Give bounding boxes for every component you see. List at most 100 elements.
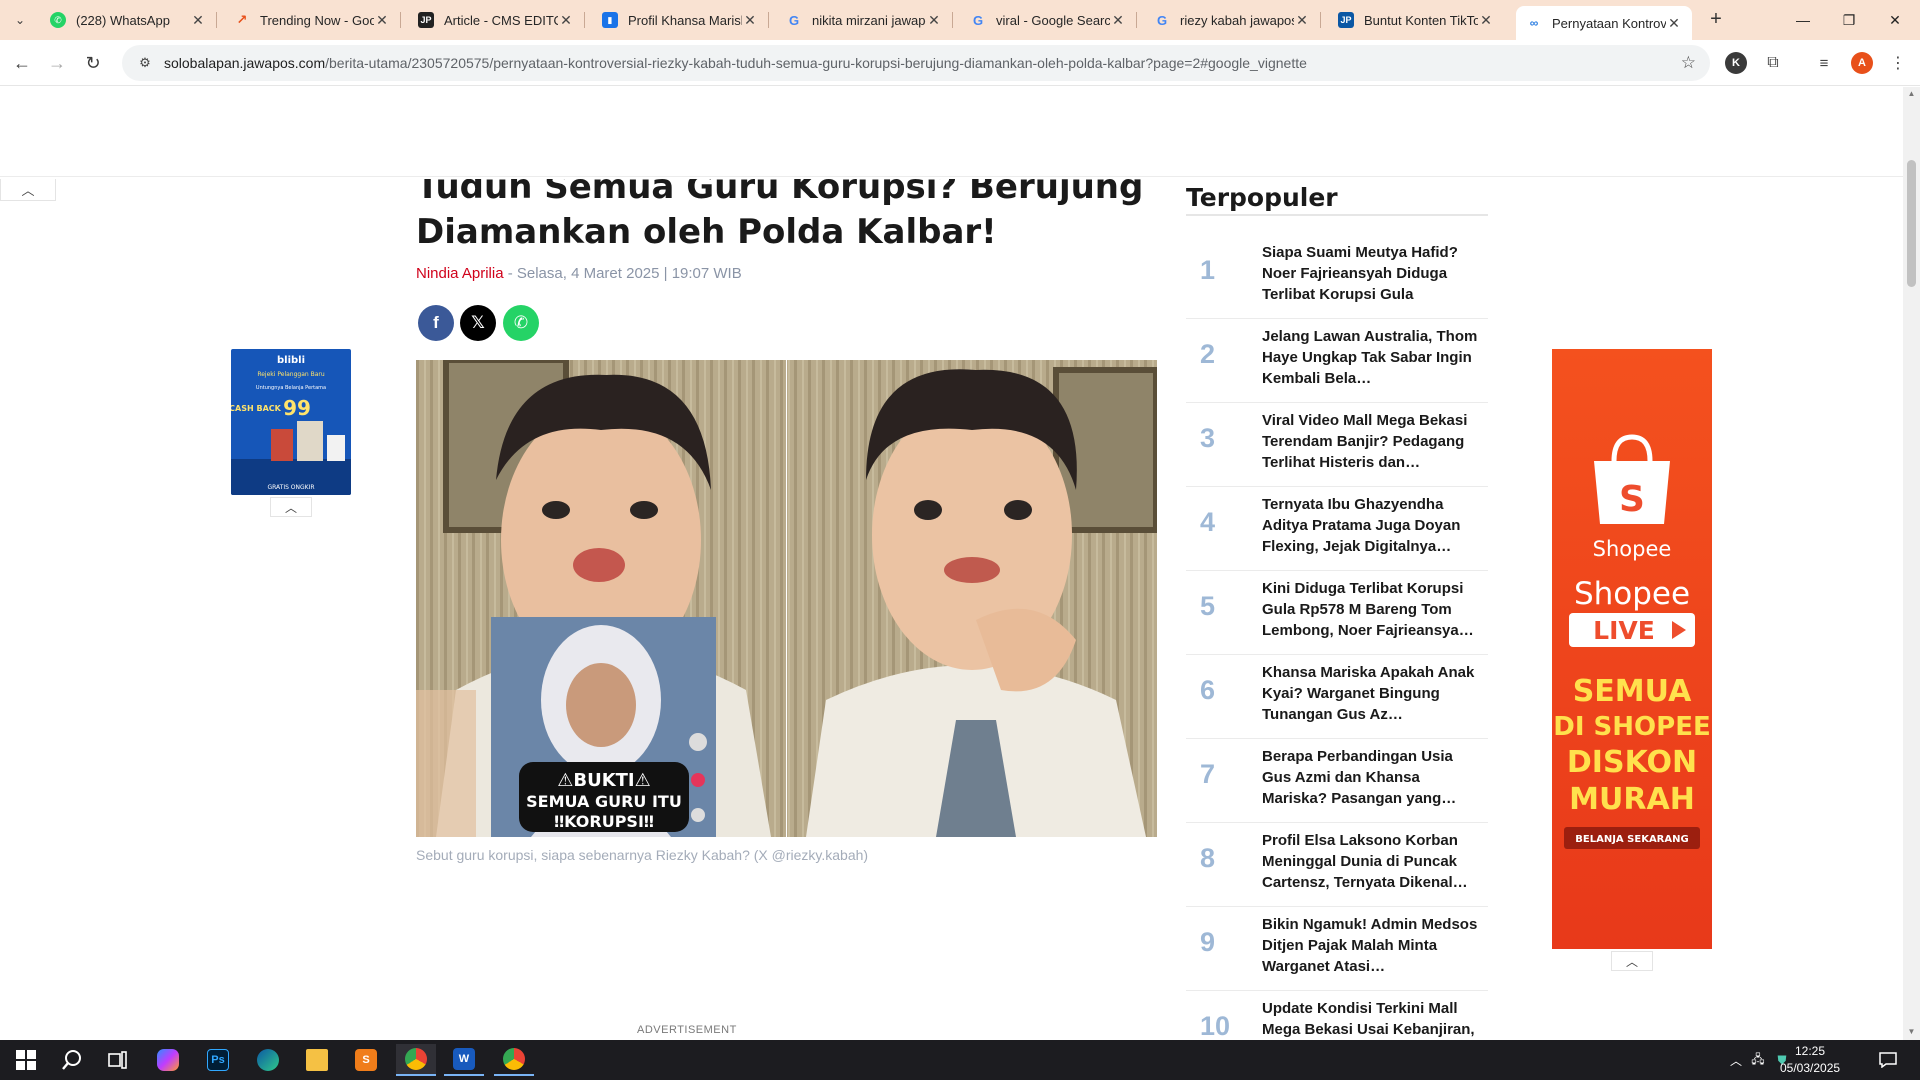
overlay-text-line2: SEMUA GURU ITU <box>526 792 682 811</box>
popular-item[interactable]: 10 Update Kondisi Terkini Mall Mega Beka… <box>1186 991 1488 1040</box>
search-icon[interactable] <box>52 1044 92 1076</box>
popular-item[interactable]: 4 Ternyata Ibu Ghazyendha Aditya Pratama… <box>1186 487 1488 571</box>
close-icon[interactable]: ✕ <box>1294 12 1310 28</box>
tab-title: viral - Google Search <box>996 12 1110 28</box>
word-icon[interactable]: W <box>444 1044 484 1076</box>
tab-title: Buntut Konten TikTok <box>1364 12 1478 28</box>
tab-trending[interactable]: ↗ Trending Now - Google ✕ <box>224 6 401 34</box>
popular-headline[interactable]: Khansa Mariska Apakah Anak Kyai? Wargane… <box>1262 662 1478 725</box>
photoshop-icon[interactable]: Ps <box>198 1044 238 1076</box>
menu-dots-icon[interactable]: ⋮ <box>1887 52 1909 74</box>
restore-button[interactable]: ❐ <box>1826 0 1872 40</box>
shopee-line3: DISKON <box>1567 745 1697 780</box>
collapse-ad-chevron-icon[interactable]: ︿ <box>0 179 56 201</box>
popular-item[interactable]: 7 Berapa Perbandingan Usia Gus Azmi dan … <box>1186 739 1488 823</box>
hero-illustration: ⚠BUKTI⚠ SEMUA GURU ITU ‼KORUPSI‼ <box>416 360 1157 837</box>
tab-title: (228) WhatsApp <box>76 12 170 28</box>
task-view-icon[interactable] <box>98 1044 138 1076</box>
popular-item[interactable]: 9 Bikin Ngamuk! Admin Medsos Ditjen Paja… <box>1186 907 1488 991</box>
tab-viral-search[interactable]: G viral - Google Search ✕ <box>960 6 1137 34</box>
forward-icon[interactable]: → <box>44 50 70 76</box>
close-icon[interactable]: ✕ <box>374 12 390 28</box>
jp-icon: JP <box>1338 12 1354 28</box>
close-window-button[interactable]: ✕ <box>1872 0 1918 40</box>
popular-item[interactable]: 2 Jelang Lawan Australia, Thom Haye Ungk… <box>1186 319 1488 403</box>
shopee-live: LIVE <box>1593 616 1655 645</box>
right-shopee-ad[interactable]: S Shopee Shopee LIVE SEMUA DI SHOPEE DIS… <box>1552 349 1712 949</box>
profile-a-avatar[interactable]: A <box>1851 52 1873 74</box>
new-tab-button[interactable]: + <box>1704 8 1728 32</box>
close-icon[interactable]: ✕ <box>1110 12 1126 28</box>
popular-headline[interactable]: Bikin Ngamuk! Admin Medsos Ditjen Pajak … <box>1262 914 1478 977</box>
notification-icon[interactable] <box>1868 1044 1908 1076</box>
chrome-profile-icon[interactable] <box>494 1044 534 1076</box>
tab-pernyataan-active[interactable]: ∞ Pernyataan Kontroversial ✕ <box>1516 6 1692 40</box>
scroll-up-arrow-icon[interactable]: ▲ <box>1907 89 1916 99</box>
popular-headline[interactable]: Siapa Suami Meutya Hafid? Noer Fajrieans… <box>1262 242 1478 305</box>
x-share-icon[interactable]: 𝕏 <box>460 305 496 341</box>
popular-rank: 1 <box>1200 255 1216 285</box>
copilot-icon[interactable] <box>148 1044 188 1076</box>
tab-riezy-search[interactable]: G riezy kabah jawapos ✕ <box>1144 6 1321 34</box>
scroll-down-arrow-icon[interactable]: ▼ <box>1907 1027 1916 1037</box>
extensions-icon[interactable]: ⧉ <box>1762 52 1784 74</box>
popular-headline[interactable]: Kini Diduga Terlibat Korupsi Gula Rp578 … <box>1262 578 1478 641</box>
popular-headline[interactable]: Jelang Lawan Australia, Thom Haye Ungkap… <box>1262 326 1478 389</box>
tab-title: Trending Now - Google <box>260 12 374 28</box>
network-icon[interactable]: 🖧 <box>1746 1050 1770 1071</box>
chrome-icon[interactable] <box>396 1044 436 1076</box>
windows-logo-icon <box>16 1050 36 1070</box>
close-icon[interactable]: ✕ <box>1666 15 1682 31</box>
scroll-thumb[interactable] <box>1907 160 1916 287</box>
start-button[interactable] <box>6 1044 46 1076</box>
popular-headline[interactable]: Viral Video Mall Mega Bekasi Terendam Ba… <box>1262 410 1478 473</box>
collapse-right-ad-chevron-icon[interactable]: ︿ <box>1611 951 1653 971</box>
show-hidden-icons-icon[interactable]: ︿ <box>1726 1052 1746 1069</box>
popular-headline[interactable]: Ternyata Ibu Ghazyendha Aditya Pratama J… <box>1262 494 1478 557</box>
address-bar[interactable]: ⚙ solobalapan.jawapos.com /berita-utama/… <box>122 45 1710 81</box>
close-icon[interactable]: ✕ <box>926 12 942 28</box>
popular-headline[interactable]: Profil Elsa Laksono Korban Meninggal Dun… <box>1262 830 1478 893</box>
shopee-brand-big: Shopee <box>1574 576 1690 612</box>
tab-cms-editor[interactable]: JP Article - CMS EDITOR ✕ <box>408 6 585 34</box>
taskbar-clock[interactable]: 12:25 05/03/2025 <box>1780 1043 1840 1077</box>
popular-item[interactable]: 6 Khansa Mariska Apakah Anak Kyai? Warga… <box>1186 655 1488 739</box>
tab-nikita-search[interactable]: G nikita mirzani jawapos ✕ <box>776 6 953 34</box>
left-blibli-ad[interactable]: blibli Rejeki Pelanggan Baru Untungnya B… <box>231 349 351 495</box>
tab-profil-khansa[interactable]: ▮ Profil Khansa Mariska ✕ <box>592 6 769 34</box>
close-icon[interactable]: ✕ <box>742 12 758 28</box>
media-control-icon[interactable]: ≡ <box>1813 52 1835 74</box>
file-explorer-icon[interactable] <box>297 1044 337 1076</box>
back-icon[interactable]: ← <box>9 50 35 76</box>
whatsapp-share-icon[interactable]: ✆ <box>503 305 539 341</box>
blibli-cashback-label: CASH BACK <box>231 404 282 413</box>
popular-rank: 10 <box>1200 1011 1231 1040</box>
popular-item[interactable]: 5 Kini Diduga Terlibat Korupsi Gula Rp57… <box>1186 571 1488 655</box>
page-scrollbar[interactable]: ▲ ▼ <box>1903 87 1920 1040</box>
popular-headline[interactable]: Berapa Perbandingan Usia Gus Azmi dan Kh… <box>1262 746 1478 809</box>
facebook-share-icon[interactable]: f <box>418 305 454 341</box>
minimize-button[interactable]: — <box>1780 0 1826 40</box>
popular-headline[interactable]: Update Kondisi Terkini Mall Mega Bekasi … <box>1262 998 1478 1040</box>
close-icon[interactable]: ✕ <box>1478 12 1494 28</box>
popular-item[interactable]: 3 Viral Video Mall Mega Bekasi Terendam … <box>1186 403 1488 487</box>
url-path: /berita-utama/2305720575/pernyataan-kont… <box>325 55 1307 71</box>
trends-icon: ↗ <box>236 12 248 27</box>
page-viewport: Tuduh Semua Guru Korupsi? Berujung Diama… <box>0 87 1903 1040</box>
bookmark-star-icon[interactable]: ☆ <box>1681 53 1696 73</box>
close-icon[interactable]: ✕ <box>558 12 574 28</box>
close-icon[interactable]: ✕ <box>190 12 206 28</box>
tab-buntut-konten[interactable]: JP Buntut Konten TikTok ✕ <box>1328 6 1504 34</box>
popular-item[interactable]: 1 Siapa Suami Meutya Hafid? Noer Fajriea… <box>1186 235 1488 319</box>
edge-icon[interactable] <box>248 1044 288 1076</box>
profile-k-icon[interactable]: K <box>1725 52 1747 74</box>
collapse-left-ad-chevron-icon[interactable]: ︿ <box>270 497 312 517</box>
popular-rank: 5 <box>1200 591 1216 621</box>
author-link[interactable]: Nindia Aprilia <box>416 265 504 282</box>
reload-icon[interactable]: ↻ <box>80 50 106 76</box>
sublime-app-icon[interactable]: S <box>346 1044 386 1076</box>
popular-item[interactable]: 8 Profil Elsa Laksono Korban Meninggal D… <box>1186 823 1488 907</box>
site-info-icon[interactable]: ⚙ <box>136 54 154 72</box>
tab-whatsapp[interactable]: ✆ (228) WhatsApp ✕ <box>40 6 217 34</box>
tab-search-icon[interactable]: ⌄ <box>8 8 32 32</box>
